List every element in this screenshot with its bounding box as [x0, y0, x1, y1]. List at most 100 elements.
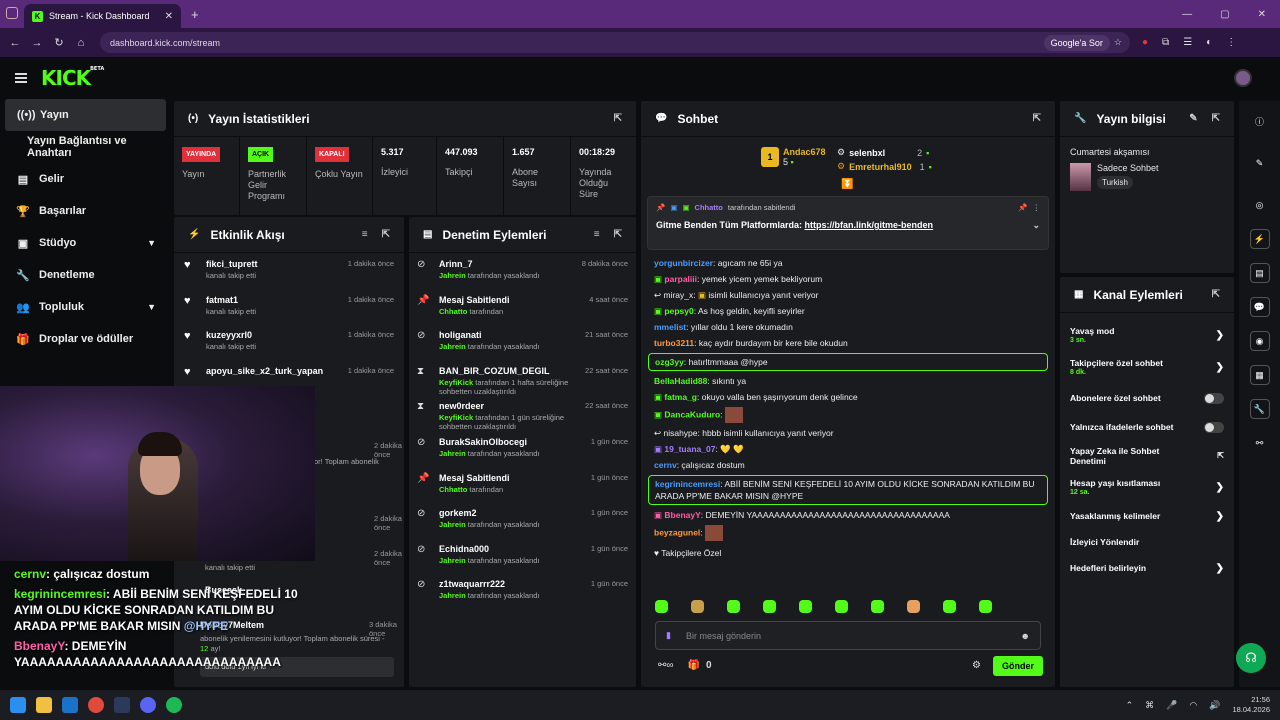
forward-icon[interactable]: → [26, 37, 48, 49]
chat-bubble-icon[interactable]: 💬 [1249, 297, 1270, 317]
mod-actor[interactable]: Chhatto [439, 485, 467, 494]
wrench-icon[interactable]: 🔧 [1249, 399, 1270, 419]
mic-icon[interactable]: ▮ [666, 630, 671, 641]
filter-icon[interactable]: ≡ [594, 229, 600, 240]
mod-target[interactable]: Arinn_7 [439, 259, 582, 269]
mod-target[interactable]: Echidna000 [439, 544, 591, 554]
action-followers-only[interactable]: Takipçilere özel sohbet 8 dk. ❯ [1060, 351, 1234, 383]
send-button[interactable]: Gönder [993, 656, 1043, 676]
action-slow-mode[interactable]: Yavaş mod 3 sn. ❯ [1060, 319, 1234, 351]
feed-user[interactable]: fatmat1 [206, 295, 348, 305]
mod-actor[interactable]: Jahrein [439, 449, 466, 458]
profile-icon[interactable]: ◐ [1206, 37, 1212, 48]
edit-icon[interactable]: ✎ [1189, 113, 1197, 124]
clock[interactable]: 21:56 18.04.2026 [1232, 695, 1270, 715]
back-icon[interactable]: ← [4, 37, 26, 49]
wifi-icon[interactable]: ◠ [1189, 700, 1197, 711]
more-icon[interactable]: ⋮ [1033, 203, 1041, 212]
feed-user[interactable]: kuzeyyxrl0 [206, 330, 348, 340]
action-account-age[interactable]: Hesap yaşı kısıtlaması 12 sa. ❯ [1060, 471, 1234, 503]
extension-icon[interactable]: ● [1142, 37, 1148, 48]
emotes-only-toggle[interactable] [1204, 421, 1224, 433]
mod-target[interactable]: BAN_BIR_COZUM_DEGIL [439, 366, 585, 376]
sidebar-item-gelir[interactable]: ▤ Gelir [0, 163, 172, 195]
popout-icon[interactable]: ⇱ [1212, 113, 1220, 124]
mod-actor[interactable]: Jahrein [439, 591, 466, 600]
bolt-icon[interactable]: ⚡ [1249, 229, 1270, 249]
layout-icon[interactable]: ▦ [1249, 365, 1270, 385]
category-name[interactable]: Sadece Sohbet [1097, 163, 1159, 173]
mod-target[interactable]: Mesaj Sabitlendi [439, 295, 589, 305]
emote-icon[interactable] [835, 600, 848, 613]
user-avatar[interactable] [1234, 69, 1252, 87]
url-field[interactable]: dashboard.kick.com/stream Google'a Sor ☆ [100, 32, 1130, 53]
chat-username[interactable]: yorgunbircizer [654, 258, 713, 268]
chat-username[interactable]: kegrinincemresi [655, 479, 720, 489]
leader-first[interactable]: 1 Andac678 5 ▪ [761, 147, 826, 167]
broadcast-icon[interactable]: ◉ [1249, 331, 1270, 351]
steam-icon[interactable] [114, 697, 130, 713]
mod-target[interactable]: gorkem2 [439, 508, 591, 518]
emote-icon[interactable] [871, 600, 884, 613]
emoji-icon[interactable]: ☻ [1021, 631, 1030, 641]
extensions-puzzle-icon[interactable]: ⧉ [1162, 37, 1169, 48]
bookmark-star-icon[interactable]: ☆ [1114, 37, 1122, 48]
mod-actor[interactable]: KeyfiKick [439, 413, 473, 422]
reading-list-icon[interactable]: ☰ [1183, 37, 1192, 48]
points-icon[interactable]: ⚯∞ [658, 660, 674, 671]
network-icon[interactable]: ⌘ [1145, 700, 1154, 711]
file-explorer-icon[interactable] [36, 697, 52, 713]
chat-username[interactable]: cernv [654, 460, 677, 470]
chat-username[interactable]: BellaHadid88 [654, 376, 707, 386]
mod-target[interactable]: holiganati [439, 330, 585, 340]
mic-icon[interactable]: 🎤 [1166, 700, 1177, 711]
help-button[interactable]: ☊ [1236, 643, 1266, 673]
mod-actor[interactable]: Jahrein [439, 556, 466, 565]
volume-icon[interactable]: 🔊 [1209, 700, 1220, 711]
home-icon[interactable]: ⌂ [70, 37, 92, 49]
chat-input[interactable]: ▮ Bir mesaj gönderin ☻ [655, 621, 1041, 650]
popout-icon[interactable]: ⇱ [614, 113, 622, 124]
filter-icon[interactable]: ≡ [362, 229, 368, 240]
mod-actor[interactable]: Jahrein [439, 520, 466, 529]
pinned-link[interactable]: https://bfan.link/gitme-benden [805, 220, 934, 230]
leader-third[interactable]: ⚙ Emreturhal910 1 ▪ [837, 161, 932, 172]
emote-icon[interactable] [763, 600, 776, 613]
sidebar-item-denetleme[interactable]: 🔧 Denetleme [0, 259, 172, 291]
discord-icon[interactable] [140, 697, 156, 713]
minimize-icon[interactable]: — [1182, 9, 1192, 20]
popout-icon[interactable]: ⇱ [1033, 113, 1041, 124]
tab-search-icon[interactable] [6, 7, 18, 19]
feed-user[interactable]: fikci_tuprett [206, 259, 348, 269]
chat-username[interactable]: fatma_g [664, 392, 697, 402]
chrome-icon[interactable] [88, 697, 104, 713]
action-set-goals[interactable]: Hedefleri belirleyin ❯ [1060, 555, 1234, 581]
browser-menu-icon[interactable]: ⋮ [1226, 37, 1236, 48]
kick-logo[interactable]: KICKBETA [41, 66, 104, 90]
popout-icon[interactable]: ⇱ [614, 229, 622, 240]
start-icon[interactable] [10, 697, 26, 713]
leader-second[interactable]: ⚙ selenbxl 2 ▪ [837, 147, 929, 158]
menu-icon[interactable] [15, 73, 27, 83]
outlook-icon[interactable] [62, 697, 78, 713]
unpin-icon[interactable]: 📌 [1018, 203, 1027, 212]
mod-target[interactable]: BurakSakinOlbocegi [439, 437, 591, 447]
popout-icon[interactable]: ⇱ [1212, 289, 1220, 300]
points-icon[interactable]: ⚯ [1250, 433, 1270, 453]
chevron-down-icon[interactable]: ⌄ [1032, 220, 1040, 231]
action-banned-words[interactable]: Yasaklanmış kelimeler ❯ [1060, 503, 1234, 529]
chat-settings-icon[interactable]: ⚙ [972, 660, 981, 671]
gift-icon[interactable]: 🎁 [688, 660, 700, 671]
sidebar-item-stream-key[interactable]: Yayın Bağlantısı ve Anahtarı [0, 131, 172, 163]
emote-icon[interactable] [943, 600, 956, 613]
edit-icon[interactable]: ✎ [1250, 153, 1270, 173]
sidebar-item-yayin[interactable]: ((•)) Yayın [5, 99, 166, 131]
action-redirect-viewers[interactable]: İzleyici Yönlendir [1060, 529, 1234, 555]
emote-icon[interactable] [691, 600, 704, 613]
emote-icon[interactable] [979, 600, 992, 613]
emote-icon[interactable] [907, 600, 920, 613]
mod-actor[interactable]: Jahrein [439, 271, 466, 280]
chat-username[interactable]: mmelist [654, 322, 686, 332]
emote-icon[interactable] [655, 600, 668, 613]
sidebar-item-topluluk[interactable]: 👥 Topluluk ▼ [0, 291, 172, 323]
